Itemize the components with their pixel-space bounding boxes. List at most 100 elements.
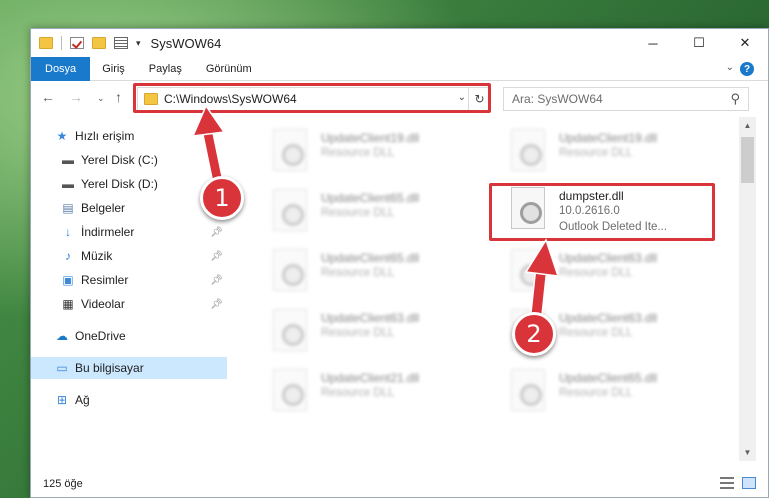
maximize-button[interactable]: ☐ bbox=[676, 29, 722, 57]
pin-icon[interactable]: 📌︎ bbox=[210, 227, 223, 238]
address-bar[interactable]: C:\Windows\SysWOW64 ⌄ ↻ bbox=[137, 87, 491, 111]
sidebar-item-documents[interactable]: ▤ Belgeler bbox=[31, 197, 227, 219]
tab-view[interactable]: Görünüm bbox=[194, 57, 264, 81]
folder-icon bbox=[144, 93, 158, 105]
file-type: Resource DLL bbox=[559, 387, 633, 399]
customize-icon[interactable] bbox=[114, 37, 128, 49]
file-name: UpdateClient63.dll bbox=[321, 311, 420, 325]
tab-share[interactable]: Paylaş bbox=[137, 57, 194, 81]
sidebar-item-label: Yerel Disk (C:) bbox=[81, 153, 158, 167]
tab-home[interactable]: Giriş bbox=[90, 57, 137, 81]
up-arrow-icon[interactable]: ↑ bbox=[115, 89, 122, 105]
list-item[interactable]: UpdateClient19.dll Resource DLL bbox=[255, 123, 485, 185]
file-type: Resource DLL bbox=[321, 327, 395, 339]
tab-file[interactable]: Dosya bbox=[31, 56, 91, 81]
chevron-down-icon[interactable]: ▾ bbox=[136, 38, 141, 49]
sidebar-item-label: Yerel Disk (D:) bbox=[81, 177, 158, 191]
file-name: UpdateClient19.dll bbox=[321, 131, 420, 145]
list-item[interactable]: UpdateClient63.dll Resource DLL bbox=[493, 243, 723, 305]
pin-icon[interactable]: 📌︎ bbox=[210, 299, 223, 310]
forward-arrow-icon[interactable]: → bbox=[69, 89, 83, 105]
sidebar-item-pictures[interactable]: ▣ Resimler 📌︎ bbox=[31, 269, 227, 291]
address-row: ← → ⌄ ↑ C:\Windows\SysWOW64 ⌄ ↻ Ara: Sys… bbox=[31, 83, 768, 113]
file-type: Resource DLL bbox=[559, 147, 633, 159]
callout-badge-1: 1 bbox=[200, 176, 244, 220]
vertical-scrollbar[interactable]: ▲ ▼ bbox=[739, 117, 756, 461]
pin-icon[interactable]: 📌︎ bbox=[210, 251, 223, 262]
sidebar-item-label: Ağ bbox=[75, 393, 90, 407]
address-path[interactable]: C:\Windows\SysWOW64 bbox=[164, 92, 297, 106]
sidebar-item-this-pc[interactable]: ▭ Bu bilgisayar bbox=[31, 357, 227, 379]
dll-file-icon bbox=[511, 249, 545, 291]
file-name: UpdateClient65.dll bbox=[559, 371, 658, 385]
minimize-button[interactable]: ─ bbox=[630, 29, 676, 57]
properties-check-icon[interactable] bbox=[70, 37, 84, 49]
view-switcher bbox=[720, 477, 756, 489]
list-item[interactable]: UpdateClient65.dll Resource DLL bbox=[255, 183, 485, 245]
file-name: UpdateClient63.dll bbox=[559, 251, 658, 265]
list-item[interactable]: UpdateClient21.dll Resource DLL bbox=[255, 363, 485, 425]
sidebar-item-onedrive[interactable]: ☁ OneDrive bbox=[31, 325, 227, 347]
tiles-view-icon[interactable] bbox=[742, 477, 756, 489]
file-name: UpdateClient65.dll bbox=[321, 251, 420, 265]
dll-file-icon bbox=[273, 129, 307, 171]
scrollbar-thumb[interactable] bbox=[741, 137, 754, 183]
dll-file-icon bbox=[511, 129, 545, 171]
divider bbox=[61, 36, 62, 50]
drive-icon: ▬ bbox=[62, 153, 74, 167]
callout-badge-2: 2 bbox=[512, 312, 556, 356]
videos-icon: ▦ bbox=[62, 297, 74, 311]
file-type: Resource DLL bbox=[559, 267, 633, 279]
folder-icon bbox=[39, 37, 53, 49]
downloads-icon: ↓ bbox=[65, 225, 71, 239]
dll-file-icon bbox=[511, 369, 545, 411]
file-type: Resource DLL bbox=[321, 207, 395, 219]
dll-file-icon bbox=[273, 369, 307, 411]
window-title: SysWOW64 bbox=[150, 35, 222, 51]
refresh-icon[interactable]: ↻ bbox=[468, 88, 490, 110]
item-count: 125 öğe bbox=[43, 478, 83, 490]
music-icon: ♪ bbox=[65, 249, 71, 263]
help-button[interactable]: ? bbox=[740, 62, 754, 76]
list-item[interactable]: UpdateClient65.dll Resource DLL bbox=[255, 243, 485, 305]
file-name: UpdateClient65.dll bbox=[321, 191, 420, 205]
sidebar-item-music[interactable]: ♪ Müzik 📌︎ bbox=[31, 245, 227, 267]
drive-icon: ▬ bbox=[62, 177, 74, 191]
cloud-icon: ☁ bbox=[56, 329, 68, 343]
list-item[interactable]: UpdateClient63.dll Resource DLL bbox=[255, 303, 485, 365]
file-explorer-window: ▾ SysWOW64 ─ ☐ ✕ Dosya Giriş Paylaş Görü… bbox=[30, 28, 769, 498]
details-view-icon[interactable] bbox=[720, 477, 734, 489]
computer-icon: ▭ bbox=[56, 361, 68, 375]
file-type: Resource DLL bbox=[321, 147, 395, 159]
close-button[interactable]: ✕ bbox=[722, 29, 768, 57]
sidebar-item-label: Videolar bbox=[81, 297, 125, 311]
dll-file-icon bbox=[273, 249, 307, 291]
file-type: Resource DLL bbox=[321, 267, 395, 279]
sidebar-item-quick-access[interactable]: ★ Hızlı erişim bbox=[31, 125, 227, 147]
list-item[interactable]: UpdateClient19.dll Resource DLL bbox=[493, 123, 723, 185]
address-dropdown-icon[interactable]: ⌄ bbox=[458, 92, 466, 103]
sidebar-item-local-disk-c[interactable]: ▬ Yerel Disk (C:) bbox=[31, 149, 227, 171]
navigation-pane: ★ Hızlı erişim ▬ Yerel Disk (C:) ▬ Yerel… bbox=[31, 121, 227, 461]
sidebar-item-downloads[interactable]: ↓ İndirmeler 📌︎ bbox=[31, 221, 227, 243]
search-placeholder: Ara: SysWOW64 bbox=[512, 92, 603, 106]
file-name: dumpster.dll bbox=[559, 189, 624, 203]
file-version: 10.0.2616.0 bbox=[559, 205, 620, 217]
sidebar-item-videos[interactable]: ▦ Videolar 📌︎ bbox=[31, 293, 227, 315]
new-folder-icon[interactable] bbox=[92, 37, 106, 49]
search-icon[interactable]: ⚲ bbox=[730, 91, 740, 107]
sidebar-item-label: OneDrive bbox=[75, 329, 126, 343]
scroll-down-icon[interactable]: ▼ bbox=[739, 448, 756, 457]
search-input[interactable]: Ara: SysWOW64 ⚲ bbox=[503, 87, 749, 111]
list-item[interactable]: UpdateClient65.dll Resource DLL bbox=[493, 363, 723, 425]
list-item-dumpster-dll[interactable]: dumpster.dll 10.0.2616.0 Outlook Deleted… bbox=[493, 181, 723, 243]
recent-chevron-icon[interactable]: ⌄ bbox=[97, 93, 105, 104]
pin-icon[interactable]: 📌︎ bbox=[210, 275, 223, 286]
sidebar-item-network[interactable]: ⊞ Ağ bbox=[31, 389, 227, 411]
scroll-up-icon[interactable]: ▲ bbox=[739, 121, 756, 130]
back-arrow-icon[interactable]: ← bbox=[41, 89, 55, 105]
ribbon-tabs: Dosya Giriş Paylaş Görünüm bbox=[31, 56, 768, 81]
sidebar-item-local-disk-d[interactable]: ▬ Yerel Disk (D:) bbox=[31, 173, 227, 195]
expand-ribbon-icon[interactable]: ⌄ bbox=[726, 62, 734, 73]
quick-access-toolbar: ▾ bbox=[31, 36, 141, 50]
